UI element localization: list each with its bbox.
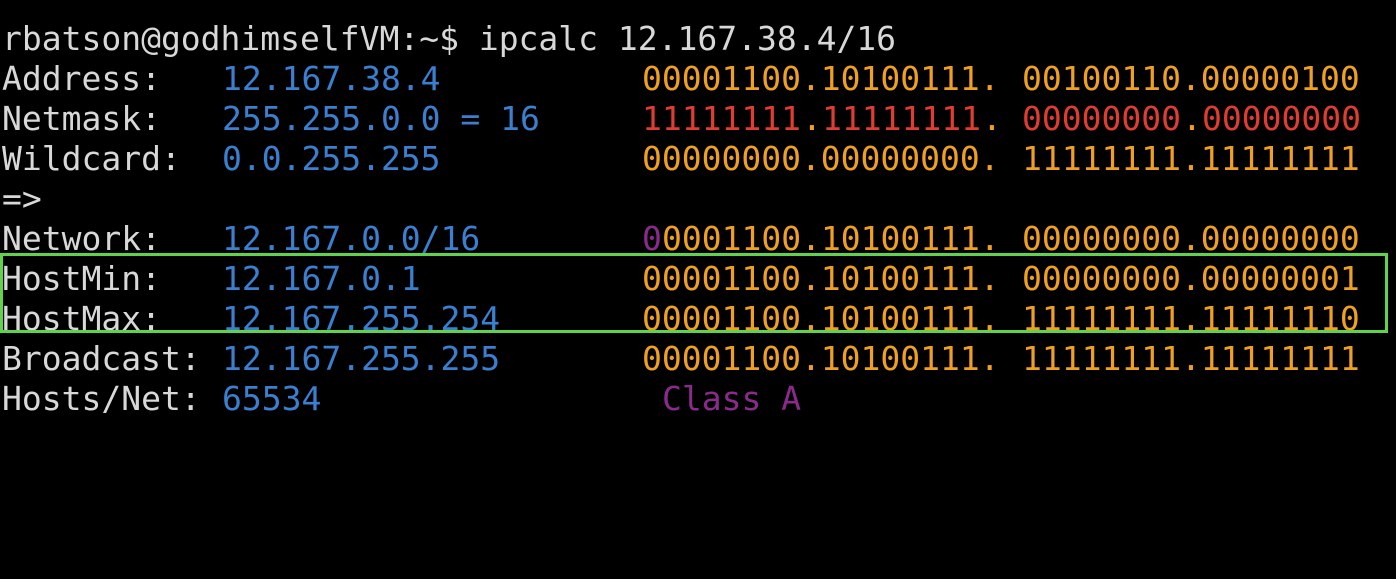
netmask-label: Netmask: [2,99,161,138]
hosts-value: 65534 [222,379,322,418]
arrow-label: => [2,179,42,218]
hosts-label: Hosts/Net: [2,379,201,418]
broadcast-row: Broadcast: 12.167.255.255 00001100.10100… [0,339,1396,379]
broadcast-binary-network: 00001100.10100111. [642,339,1000,378]
wildcard-label: Wildcard: [2,139,181,178]
hostmax-row: HostMax: 12.167.255.254 00001100.1010011… [0,299,1396,339]
netmask-binary-dot-2: . [982,99,1002,138]
hostmax-binary-host: 11111111.11111110 [1022,299,1360,338]
hostmax-binary-network: 00001100.10100111. [642,299,1000,338]
hostmin-label: HostMin: [2,259,161,298]
broadcast-value: 12.167.255.255 [222,339,501,378]
netmask-binary-octet-4: 00000000 [1202,99,1361,138]
network-binary-host: 00000000.00000000 [1022,219,1360,258]
netmask-row: Netmask: 255.255.0.0 = 16 11111111 . 111… [0,99,1396,139]
command-prompt: rbatson@godhimselfVM:~$ ipcalc 12.167.38… [2,19,897,58]
network-value: 12.167.0.0/16 [222,219,481,258]
address-binary-host: 00100110.00000100 [1022,59,1360,98]
address-binary-network: 00001100.10100111. [642,59,1000,98]
netmask-binary-octet-3: 00000000 [1022,99,1181,138]
address-label: Address: [2,59,161,98]
wildcard-binary-network: 00000000.00000000. [642,139,1000,178]
wildcard-binary-host: 11111111.11111111 [1022,139,1360,178]
hostmin-binary-host: 00000000.00000001 [1022,259,1360,298]
network-label: Network: [2,219,161,258]
network-class: Class A [662,379,802,418]
hostmin-row: HostMin: 12.167.0.1 00001100.10100111. 0… [0,259,1396,299]
hostmax-value: 12.167.255.254 [222,299,501,338]
hostmin-binary-network: 00001100.10100111. [642,259,1000,298]
network-binary-network: 0001100.10100111. [662,219,1000,258]
network-row: Network: 12.167.0.0/16 0 0001100.1010011… [0,219,1396,259]
wildcard-row: Wildcard: 0.0.255.255 00000000.00000000.… [0,139,1396,179]
hosts-row: Hosts/Net: 65534 Class A [0,379,1396,419]
netmask-value: 255.255.0.0 = 16 [222,99,540,138]
netmask-binary-octet-1: 11111111 [642,99,801,138]
network-binary-class-bit: 0 [642,219,662,258]
wildcard-value: 0.0.255.255 [222,139,441,178]
broadcast-binary-host: 11111111.11111111 [1022,339,1360,378]
arrow-row: => [0,179,1396,219]
netmask-binary-dot-3: . [1182,99,1202,138]
hostmin-value: 12.167.0.1 [222,259,421,298]
terminal-output: rbatson@godhimselfVM:~$ ipcalc 12.167.38… [0,19,1396,419]
hostmax-label: HostMax: [2,299,161,338]
netmask-binary-dot-1: . [802,99,822,138]
netmask-binary-octet-2: 11111111 [822,99,981,138]
address-value: 12.167.38.4 [222,59,441,98]
address-row: Address: 12.167.38.4 00001100.10100111. … [0,59,1396,99]
command-line: rbatson@godhimselfVM:~$ ipcalc 12.167.38… [0,19,1396,59]
broadcast-label: Broadcast: [2,339,201,378]
